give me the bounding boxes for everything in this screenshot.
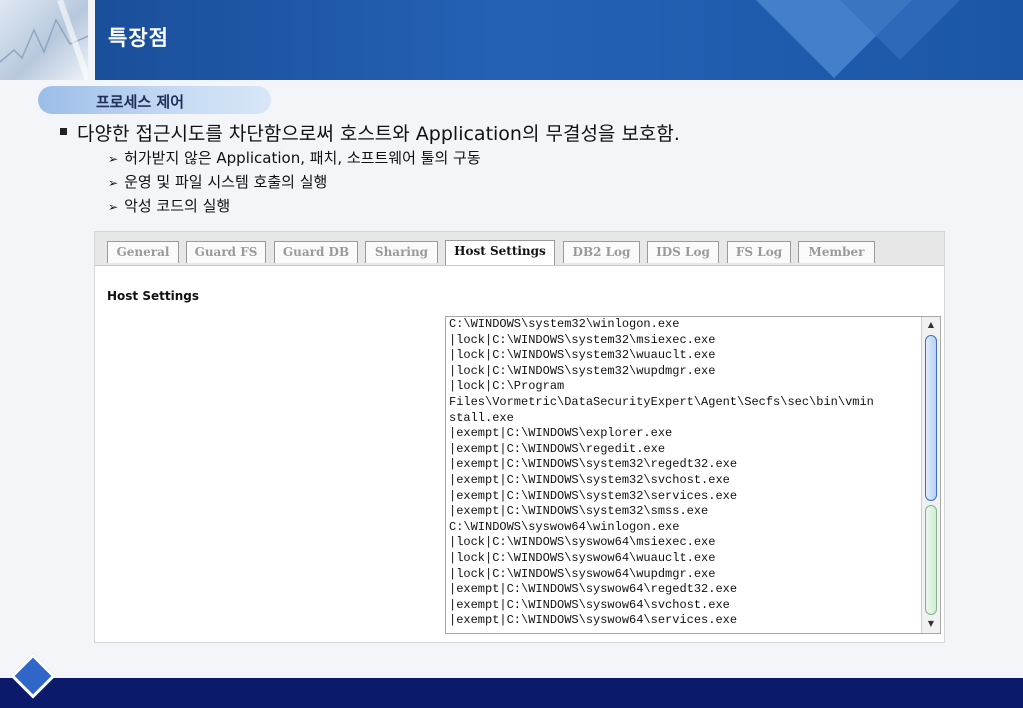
slide-footer bbox=[0, 678, 1023, 708]
list-line: |exempt|C:\WINDOWS\syswow64\svchost.exe bbox=[449, 597, 730, 612]
list-line: |lock|C:\WINDOWS\syswow64\msiexec.exe bbox=[449, 535, 716, 550]
list-line: |exempt|C:\WINDOWS\syswow64\services.exe bbox=[449, 613, 738, 628]
scrollbar-track[interactable] bbox=[925, 505, 937, 615]
main-bullet: 다양한 접근시도를 차단함으로써 호스트와 Application의 무결성을 … bbox=[60, 119, 680, 146]
host-settings-textarea[interactable]: C:\WINDOWS\system32\winlogon.exe |lock|C… bbox=[445, 316, 941, 634]
list-line: |exempt|C:\WINDOWS\system32\smss.exe bbox=[449, 504, 709, 519]
sub-bullet: ➢ 허가받지 않은 Application, 패치, 소프트웨어 툴의 구동 bbox=[108, 147, 481, 168]
list-line: |lock|C:\WINDOWS\syswow64\wupdmgr.exe bbox=[449, 566, 716, 581]
list-line: |lock|C:\WINDOWS\system32\wupdmgr.exe bbox=[449, 363, 716, 378]
sub-bullet-text: 악성 코드의 실행 bbox=[124, 197, 231, 215]
header-photo bbox=[0, 0, 88, 80]
textarea-content: C:\WINDOWS\system32\winlogon.exe |lock|C… bbox=[446, 317, 940, 629]
arrow-bullet-icon: ➢ bbox=[108, 200, 119, 214]
list-line: |exempt|C:\WINDOWS\system32\regedt32.exe bbox=[449, 457, 738, 472]
list-line: |exempt|C:\WINDOWS\system32\services.exe bbox=[449, 488, 738, 503]
list-line: Files\Vormetric\DataSecurityExpert\Agent… bbox=[449, 394, 874, 409]
tab-db2-log[interactable]: DB2 Log bbox=[563, 241, 640, 263]
tab-fs-log[interactable]: FS Log bbox=[727, 241, 791, 263]
tab-guard-db[interactable]: Guard DB bbox=[274, 241, 358, 263]
list-line: |lock|C:\Program bbox=[449, 379, 565, 394]
tab-host-settings[interactable]: Host Settings bbox=[445, 240, 555, 265]
section-label: 프로세스 제어 bbox=[96, 93, 185, 111]
list-line: |exempt|C:\WINDOWS\syswow64\regedt32.exe bbox=[449, 582, 738, 597]
tab-member[interactable]: Member bbox=[798, 241, 875, 263]
list-line: |lock|C:\WINDOWS\system32\wuauclt.exe bbox=[449, 348, 716, 363]
scrollbar-thumb[interactable] bbox=[925, 335, 937, 501]
tab-guard-fs[interactable]: Guard FS bbox=[186, 241, 266, 263]
arrow-bullet-icon: ➢ bbox=[108, 176, 119, 190]
tab-general[interactable]: General bbox=[107, 241, 179, 263]
tab-bar: General Guard FS Guard DB Sharing Host S… bbox=[95, 232, 944, 266]
sub-bullet: ➢ 악성 코드의 실행 bbox=[108, 195, 230, 216]
slide-header: 특장점 bbox=[0, 0, 1023, 80]
list-line: C:\WINDOWS\syswow64\winlogon.exe bbox=[449, 519, 680, 534]
sub-bullet: ➢ 운영 및 파일 시스템 호출의 실행 bbox=[108, 171, 327, 192]
list-line: |exempt|C:\WINDOWS\system32\svchost.exe bbox=[449, 472, 730, 487]
list-line: |exempt|C:\WINDOWS\regedit.exe bbox=[449, 441, 666, 456]
header-decoration-2 bbox=[840, 0, 960, 60]
scroll-up-arrow-icon[interactable]: ▲ bbox=[923, 318, 939, 332]
host-settings-window: General Guard FS Guard DB Sharing Host S… bbox=[94, 231, 945, 643]
list-line: C:\WINDOWS\system32\winlogon.exe bbox=[449, 317, 680, 331]
scroll-down-arrow-icon[interactable]: ▼ bbox=[923, 617, 939, 631]
list-line: stall.exe bbox=[449, 410, 514, 425]
main-bullet-text: 다양한 접근시도를 차단함으로써 호스트와 Application의 무결성을 … bbox=[77, 123, 680, 145]
list-line: |lock|C:\WINDOWS\syswow64\wuauclt.exe bbox=[449, 550, 716, 565]
arrow-bullet-icon: ➢ bbox=[108, 152, 119, 166]
list-line: |lock|C:\WINDOWS\system32\msiexec.exe bbox=[449, 332, 716, 347]
list-line: |exempt|C:\WINDOWS\explorer.exe bbox=[449, 426, 673, 441]
sub-bullet-text: 운영 및 파일 시스템 호출의 실행 bbox=[124, 173, 328, 191]
tab-ids-log[interactable]: IDS Log bbox=[647, 241, 719, 263]
slide-title: 특장점 bbox=[108, 26, 169, 50]
tab-sharing[interactable]: Sharing bbox=[365, 241, 438, 263]
square-bullet-icon bbox=[60, 128, 67, 135]
vertical-scrollbar[interactable]: ▲ ▼ bbox=[921, 317, 940, 633]
sub-bullet-text: 허가받지 않은 Application, 패치, 소프트웨어 툴의 구동 bbox=[124, 149, 481, 167]
host-settings-label: Host Settings bbox=[107, 289, 199, 303]
